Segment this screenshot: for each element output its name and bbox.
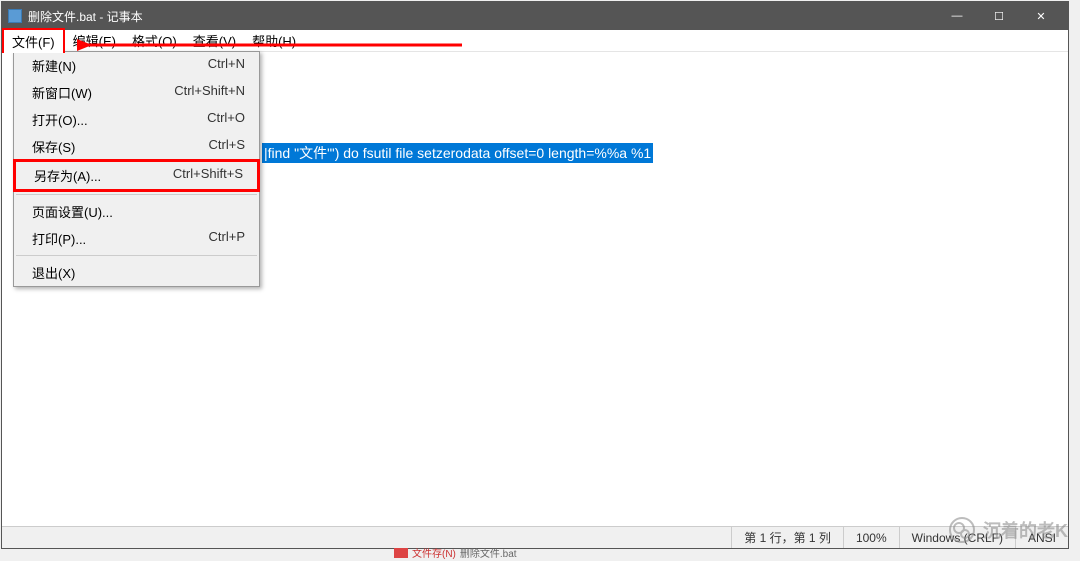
menu-item-exit[interactable]: 退出(X)	[14, 259, 259, 286]
menu-item-open[interactable]: 打开(O)... Ctrl+O	[14, 106, 259, 133]
menu-separator	[16, 255, 257, 256]
menu-help[interactable]: 帮助(H)	[244, 29, 304, 52]
menu-item-label: 页面设置(U)...	[32, 202, 113, 221]
menu-item-label: 退出(X)	[32, 263, 75, 282]
maximize-button[interactable]: ☐	[978, 2, 1020, 30]
menu-item-save-as[interactable]: 另存为(A)... Ctrl+Shift+S	[13, 159, 260, 192]
menu-item-save[interactable]: 保存(S) Ctrl+S	[14, 133, 259, 160]
menu-item-shortcut: Ctrl+O	[207, 110, 245, 129]
menu-item-shortcut: Ctrl+P	[209, 229, 245, 248]
titlebar[interactable]: 删除文件.bat - 记事本 — ☐ ✕	[2, 2, 1068, 30]
menu-item-label: 新建(N)	[32, 56, 76, 75]
menu-format[interactable]: 格式(O)	[124, 29, 185, 52]
status-position: 第 1 行，第 1 列	[731, 527, 843, 548]
taskbar-prefix: 文件存(N)	[412, 545, 456, 560]
menu-view[interactable]: 查看(V)	[185, 29, 244, 52]
menu-item-label: 另存为(A)...	[34, 166, 101, 185]
menu-edit[interactable]: 编辑(E)	[65, 29, 124, 52]
menu-item-new-window[interactable]: 新窗口(W) Ctrl+Shift+N	[14, 79, 259, 106]
menu-item-shortcut: Ctrl+N	[208, 56, 245, 75]
status-zoom: 100%	[843, 527, 899, 548]
menu-item-page-setup[interactable]: 页面设置(U)...	[14, 198, 259, 225]
close-button[interactable]: ✕	[1020, 2, 1062, 30]
menu-item-shortcut: Ctrl+Shift+S	[173, 166, 243, 185]
menu-item-label: 保存(S)	[32, 137, 75, 156]
watermark-text: 沉着的老K	[983, 517, 1068, 543]
minimize-button[interactable]: —	[936, 2, 978, 30]
menu-item-shortcut: Ctrl+Shift+N	[174, 83, 245, 102]
menu-item-shortcut: Ctrl+S	[209, 137, 245, 156]
window-title: 删除文件.bat - 记事本	[28, 8, 936, 25]
menu-separator	[16, 194, 257, 195]
menu-item-label: 打开(O)...	[32, 110, 88, 129]
wechat-icon	[949, 517, 975, 543]
menu-item-label: 打印(P)...	[32, 229, 86, 248]
file-menu-dropdown: 新建(N) Ctrl+N 新窗口(W) Ctrl+Shift+N 打开(O)..…	[13, 51, 260, 287]
taskbar-filename: 删除文件.bat	[460, 545, 517, 560]
taskbar-fragment: 文件存(N) 删除文件.bat	[390, 544, 521, 561]
menu-item-label: 新窗口(W)	[32, 83, 92, 102]
taskbar-app-icon	[394, 548, 408, 558]
watermark: 沉着的老K	[949, 517, 1068, 543]
menubar: 文件(F) 编辑(E) 格式(O) 查看(V) 帮助(H)	[2, 30, 1068, 52]
menu-item-print[interactable]: 打印(P)... Ctrl+P	[14, 225, 259, 252]
menu-file[interactable]: 文件(F)	[2, 28, 65, 53]
notepad-icon	[8, 9, 22, 23]
selected-text: |find "文件"') do fsutil file setzerodata …	[262, 143, 653, 163]
statusbar: 第 1 行，第 1 列 100% Windows (CRLF) ANSI	[2, 526, 1068, 548]
menu-item-new[interactable]: 新建(N) Ctrl+N	[14, 52, 259, 79]
